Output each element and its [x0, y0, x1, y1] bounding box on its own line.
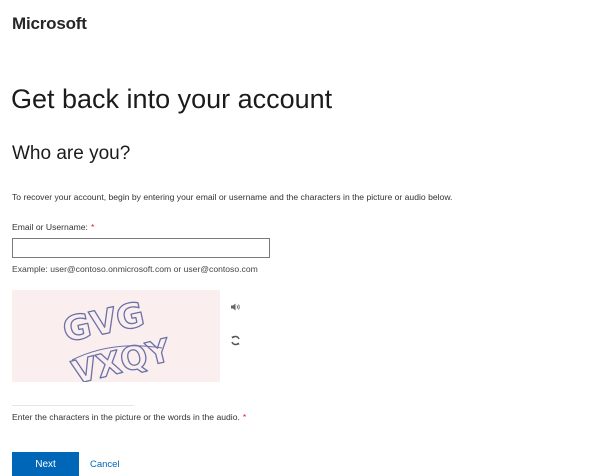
intro-text: To recover your account, begin by enteri… — [12, 192, 453, 202]
captcha-required-marker: * — [242, 412, 247, 422]
captcha-label-text: Enter the characters in the picture or t… — [12, 412, 240, 422]
email-field-label: Email or Username: * — [12, 222, 94, 232]
speaker-icon[interactable] — [228, 300, 242, 314]
captcha-field-label: Enter the characters in the picture or t… — [12, 412, 246, 422]
cancel-link[interactable]: Cancel — [90, 459, 120, 470]
captcha-glyphs: GVG VXQY — [59, 294, 176, 382]
microsoft-logo-text: Microsoft — [12, 14, 87, 33]
captcha-field[interactable] — [12, 384, 134, 406]
email-label-text: Email or Username: — [12, 222, 88, 232]
next-button[interactable]: Next — [12, 452, 79, 476]
email-field[interactable] — [12, 238, 270, 258]
page-subtitle: Who are you? — [12, 143, 131, 164]
password-recovery-page: Microsoft Get back into your account Who… — [0, 0, 613, 476]
captcha-image: GVG VXQY — [12, 290, 220, 382]
refresh-icon[interactable] — [228, 333, 242, 347]
email-example-text: Example: user@contoso.onmicrosoft.com or… — [12, 264, 258, 274]
page-title: Get back into your account — [11, 84, 333, 114]
email-required-marker: * — [90, 222, 95, 232]
